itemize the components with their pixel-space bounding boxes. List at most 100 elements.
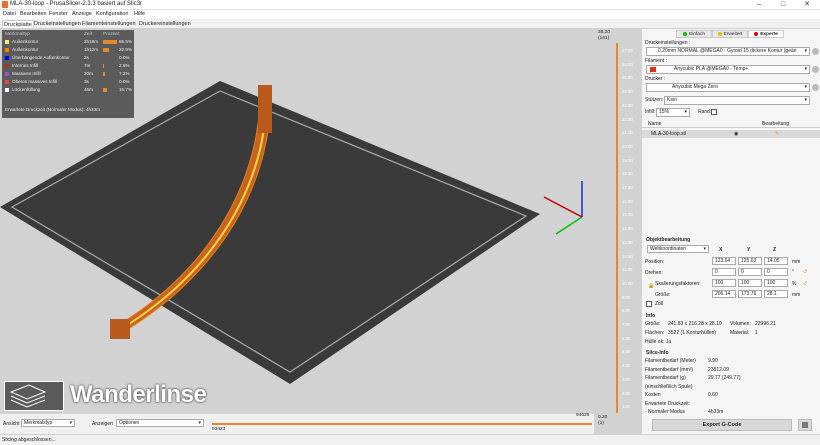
mode-expert[interactable]: Experte: [748, 30, 784, 38]
eye-icon[interactable]: ◉: [734, 130, 738, 138]
edit-icon[interactable]: ✎: [775, 130, 779, 138]
info-facets-value: 3522 (1 Konturhüllen): [668, 330, 717, 336]
legend-row[interactable]: Außenkontur 1h12m 22.9%: [2, 47, 134, 53]
maximize-button[interactable]: □: [772, 0, 794, 10]
legend-percent: 2.6%: [119, 63, 130, 68]
size-y-input[interactable]: 173.76: [738, 290, 762, 298]
reset-scale-icon[interactable]: ↺: [803, 281, 807, 287]
legend-time: 2h18m: [84, 39, 99, 44]
rotation-z-input[interactable]: 0: [764, 268, 788, 276]
legend-row[interactable]: Internes Infill 7m 2.6%: [2, 63, 134, 69]
filament-edit-icon[interactable]: [812, 66, 819, 73]
horizontal-slider-low: 93423: [212, 427, 226, 432]
size-z-input[interactable]: 28.1: [764, 290, 788, 298]
menu-datei[interactable]: Datei: [3, 11, 16, 17]
tab-filamenteinstellungen[interactable]: Filamenteinstellungen: [81, 20, 137, 28]
mode-advanced[interactable]: Erweitert: [712, 30, 748, 38]
rotation-y-input[interactable]: 0: [738, 268, 762, 276]
slice-info-key: Erwartete Druckzeit:: [645, 400, 691, 407]
legend-row[interactable]: Oberes massives Infill 3s 0.0%: [2, 79, 134, 85]
brim-checkbox[interactable]: [711, 109, 717, 115]
menu-fenster[interactable]: Fenster: [49, 11, 68, 17]
filament-select[interactable]: Anycubic PLA @MEGA0 - Temp+ ▾: [646, 65, 810, 74]
layer-tick-label: 2.00: [622, 390, 631, 396]
export-to-sd-icon[interactable]: [798, 419, 812, 431]
scale-x-input[interactable]: 100: [712, 279, 736, 287]
tab-druckereinstellungen[interactable]: Druckereinstellungen: [138, 20, 192, 28]
export-gcode-button[interactable]: Export G-Code: [652, 419, 792, 431]
chevron-down-icon: ▾: [804, 97, 807, 103]
menu-hilfe[interactable]: Hilfe: [134, 11, 145, 17]
layer-tick-label: 12.00: [622, 253, 633, 259]
layer-tick-label: 5.00: [622, 349, 631, 355]
layer-slider-track[interactable]: [616, 43, 618, 413]
legend-row[interactable]: Lückenfüllung 46m 16.7%: [2, 87, 134, 93]
legend-share-bar: [103, 88, 108, 92]
tab-bar: Druckplatte Druckeinstellungen Filamente…: [0, 19, 820, 29]
layer-tick-label: 6.00: [622, 335, 631, 341]
layer-tick-label: 1.00: [622, 404, 631, 410]
menu-bearbeiten[interactable]: Bearbeiten: [20, 11, 47, 17]
show-select[interactable]: Optionen ▾: [116, 419, 204, 427]
scale-y-input[interactable]: 100: [738, 279, 762, 287]
mode-simple[interactable]: Einfach: [676, 30, 712, 38]
y-axis-indicator: [555, 216, 583, 235]
inch-checkbox[interactable]: [646, 301, 652, 307]
print-settings-select[interactable]: 0.20mm NORMAL @MEGA0 - Gyroid 15 dickere…: [646, 47, 810, 56]
menu-bar: Datei Bearbeiten Fenster Anzeige Konfigu…: [0, 10, 820, 19]
legend-feature-name: Außenkontur: [12, 39, 39, 44]
reset-rotation-icon[interactable]: ↺: [803, 269, 807, 275]
legend-swatch: [5, 80, 9, 84]
layer-tick-label: 11.00: [622, 267, 633, 273]
tab-druckplatte[interactable]: Druckplatte: [2, 20, 34, 28]
legend-swatch: [5, 64, 9, 68]
legend-time: 46m: [84, 87, 93, 92]
supports-select[interactable]: Kein ▾: [664, 96, 810, 105]
printer-edit-icon[interactable]: [812, 84, 819, 91]
minimize-button[interactable]: –: [748, 0, 770, 10]
infill-label: Infill:: [645, 109, 656, 115]
layer-slider[interactable]: 28.20 (141) 27.00 26.00 25.00 24.00 23.00 22.0…: [594, 29, 642, 434]
coord-system-select[interactable]: Weltkoordinaten ▾: [647, 245, 709, 253]
layer-tick-label: 20.00: [622, 143, 633, 149]
printer-label: Drucker :: [645, 76, 666, 82]
position-label: Position:: [645, 259, 665, 265]
info-facets-label: Flächen:: [645, 330, 665, 336]
lock-icon[interactable]: 🔒: [648, 283, 654, 289]
position-x-input[interactable]: 123.64: [712, 257, 736, 265]
infill-select[interactable]: 15% ▾: [656, 108, 690, 117]
legend-row[interactable]: Außenkontur 2h18m 55.5%: [2, 39, 134, 45]
slice-info-value: 23812.09: [708, 366, 729, 373]
legend-share-bar: [103, 64, 104, 68]
layer-slider-bottom: 0.20 (1): [598, 415, 608, 426]
axis-z-label: Z: [773, 247, 777, 253]
printer-select[interactable]: Anycubic Mega Zero ▾: [646, 83, 810, 92]
position-z-input[interactable]: 14.05: [764, 257, 788, 265]
layer-tick-label: 14.00: [622, 226, 633, 232]
legend-row[interactable]: Massives Infill 20m 7.2%: [2, 71, 134, 77]
menu-konfiguration[interactable]: Konfiguration: [96, 11, 128, 17]
rotation-label: Drehen:: [645, 270, 663, 276]
layer-tick-label: 24.00: [622, 89, 633, 95]
tab-druckeinstellungen[interactable]: Druckeinstellungen: [33, 20, 82, 28]
settings-edit-icon[interactable]: [812, 48, 819, 55]
horizontal-slider-high: 94626: [576, 413, 590, 418]
title-bar: MLA-30-loop - PrusaSlicer-2.3.3 basiert …: [0, 0, 820, 10]
object-list-item[interactable]: MLA-30-loop.stl ◉ ✎: [642, 130, 820, 138]
axis-y-label: Y: [747, 247, 751, 253]
view-label: Ansicht: [3, 421, 20, 427]
position-y-input[interactable]: 125.63: [738, 257, 762, 265]
legend-row[interactable]: Überhängende Außenkontur 2s 0.0%: [2, 55, 134, 61]
scale-z-input[interactable]: 100: [764, 279, 788, 287]
legend-percent: 22.9%: [119, 47, 133, 52]
menu-anzeige[interactable]: Anzeige: [72, 11, 92, 17]
view-select[interactable]: Merkmalstyp ▾: [21, 419, 75, 427]
size-x-input[interactable]: 206.14: [712, 290, 736, 298]
rotation-x-input[interactable]: 0: [712, 268, 736, 276]
print-object-end-top: [258, 85, 272, 133]
horizontal-slider-track[interactable]: [212, 423, 592, 425]
show-label: Anzeigen: [92, 421, 113, 427]
layer-tick-label: 21.00: [622, 130, 633, 136]
horizontal-slider[interactable]: 93423 94626: [212, 413, 592, 432]
close-button[interactable]: ✕: [796, 0, 818, 10]
